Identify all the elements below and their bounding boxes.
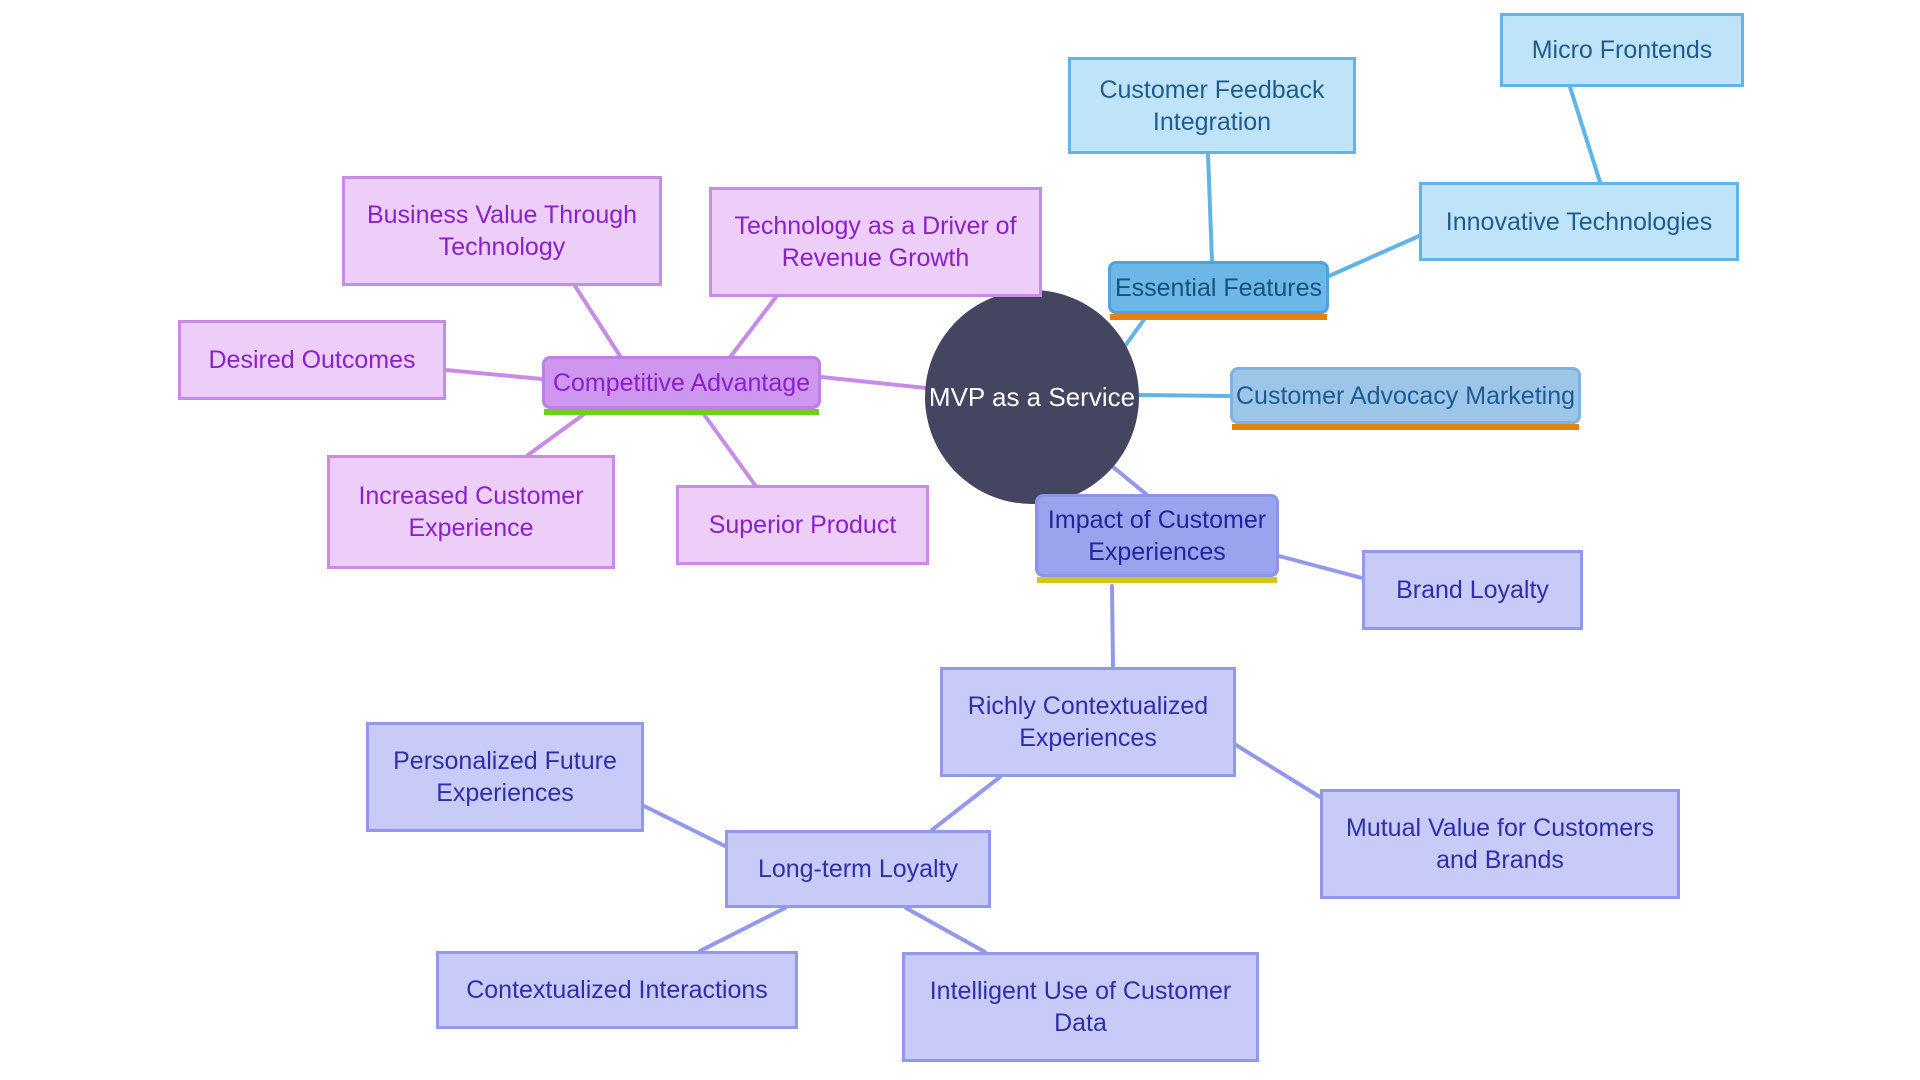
edge-root-to-competitive_advantage <box>819 375 928 390</box>
node-label-contextualized_interactions: Contextualized Interactions <box>466 976 768 1004</box>
edge-competitive_advantage-to-increased_cx <box>526 407 593 457</box>
node-superior_product[interactable]: Superior Product <box>676 485 929 565</box>
node-innovative_technologies[interactable]: Innovative Technologies <box>1419 182 1739 261</box>
node-label-business_value: Business Value Through Technology <box>366 201 638 261</box>
node-label-customer_advocacy: Customer Advocacy Marketing <box>1235 381 1576 410</box>
node-label-intelligent_use: Intelligent Use of Customer Data <box>929 977 1232 1037</box>
root-node-label: MVP as a Service <box>928 381 1136 412</box>
node-label-customer_feedback: Customer Feedback Integration <box>1099 75 1325 136</box>
node-desired_outcomes[interactable]: Desired Outcomes <box>178 320 446 400</box>
node-label-micro_frontends: Micro Frontends <box>1531 36 1713 64</box>
edge-long_term_loyalty-to-intelligent_use <box>904 906 987 954</box>
node-label-personalized_future: Personalized Future Experiences <box>393 747 617 807</box>
edge-richly_contextualized-to-long_term_loyalty <box>930 775 1002 832</box>
accent-bar-customer_advocacy <box>1232 424 1579 430</box>
node-label-superior_product: Superior Product <box>708 511 897 539</box>
edge-richly_contextualized-to-mutual_value <box>1234 743 1322 799</box>
node-customer_advocacy[interactable]: Customer Advocacy Marketing <box>1230 367 1581 430</box>
node-label-competitive_advantage: Competitive Advantage <box>552 368 811 397</box>
node-micro_frontends[interactable]: Micro Frontends <box>1500 13 1744 87</box>
node-brand_loyalty[interactable]: Brand Loyalty <box>1362 550 1583 630</box>
accent-bar-essential_features <box>1110 314 1327 320</box>
node-long_term_loyalty[interactable]: Long-term Loyalty <box>725 830 991 908</box>
node-label-technology_driver: Technology as a Driver of Revenue Growth <box>734 212 1017 272</box>
accent-bar-impact_cx <box>1037 577 1277 583</box>
node-label-desired_outcomes: Desired Outcomes <box>208 346 416 374</box>
node-label-essential_features: Essential Features <box>1114 273 1323 302</box>
node-contextualized_interactions[interactable]: Contextualized Interactions <box>436 951 798 1029</box>
node-label-increased_cx: Increased Customer Experience <box>358 482 584 542</box>
edge-essential_features-to-customer_feedback <box>1206 152 1214 263</box>
edge-competitive_advantage-to-superior_product <box>698 407 757 487</box>
node-richly_contextualized[interactable]: Richly Contextualized Experiences <box>940 667 1236 777</box>
node-label-brand_loyalty: Brand Loyalty <box>1396 576 1549 604</box>
node-competitive_advantage[interactable]: Competitive Advantage <box>542 356 821 415</box>
node-label-innovative_technologies: Innovative Technologies <box>1445 207 1713 236</box>
edge-competitive_advantage-to-business_value <box>573 284 622 358</box>
node-label-long_term_loyalty: Long-term Loyalty <box>757 855 959 883</box>
node-technology_driver[interactable]: Technology as a Driver of Revenue Growth <box>709 187 1042 297</box>
node-intelligent_use[interactable]: Intelligent Use of Customer Data <box>902 952 1259 1062</box>
node-business_value[interactable]: Business Value Through Technology <box>342 176 662 286</box>
edge-innovative_technologies-to-micro_frontends <box>1568 85 1602 184</box>
edge-competitive_advantage-to-desired_outcomes <box>444 368 544 381</box>
node-mutual_value[interactable]: Mutual Value for Customers and Brands <box>1320 789 1680 899</box>
edge-competitive_advantage-to-technology_driver <box>729 295 778 358</box>
node-personalized_future[interactable]: Personalized Future Experiences <box>366 722 644 832</box>
accent-bar-competitive_advantage <box>544 409 819 415</box>
edge-layer <box>444 85 1602 954</box>
node-essential_features[interactable]: Essential Features <box>1108 261 1329 320</box>
node-increased_cx[interactable]: Increased Customer Experience <box>327 455 615 569</box>
node-label-impact_cx: Impact of Customer Experiences <box>1047 505 1267 566</box>
mindmap-canvas: Essential Features Customer Feedback Inte… <box>0 0 1920 1080</box>
edge-long_term_loyalty-to-personalized_future <box>642 804 727 848</box>
node-label-mutual_value: Mutual Value for Customers and Brands <box>1346 814 1654 874</box>
edge-impact_cx-to-richly_contextualized <box>1110 584 1115 669</box>
edge-essential_features-to-innovative_technologies <box>1327 234 1421 278</box>
node-impact_cx[interactable]: Impact of Customer Experiences <box>1035 494 1279 583</box>
root-node-mvp-as-a-service[interactable]: MVP as a Service <box>925 290 1139 504</box>
edge-impact_cx-to-brand_loyalty <box>1277 554 1364 580</box>
edge-long_term_loyalty-to-contextualized_interactions <box>698 906 787 953</box>
node-label-richly_contextualized: Richly Contextualized Experiences <box>967 692 1209 752</box>
edge-root-to-customer_advocacy <box>1137 393 1232 398</box>
node-customer_feedback[interactable]: Customer Feedback Integration <box>1068 57 1356 154</box>
